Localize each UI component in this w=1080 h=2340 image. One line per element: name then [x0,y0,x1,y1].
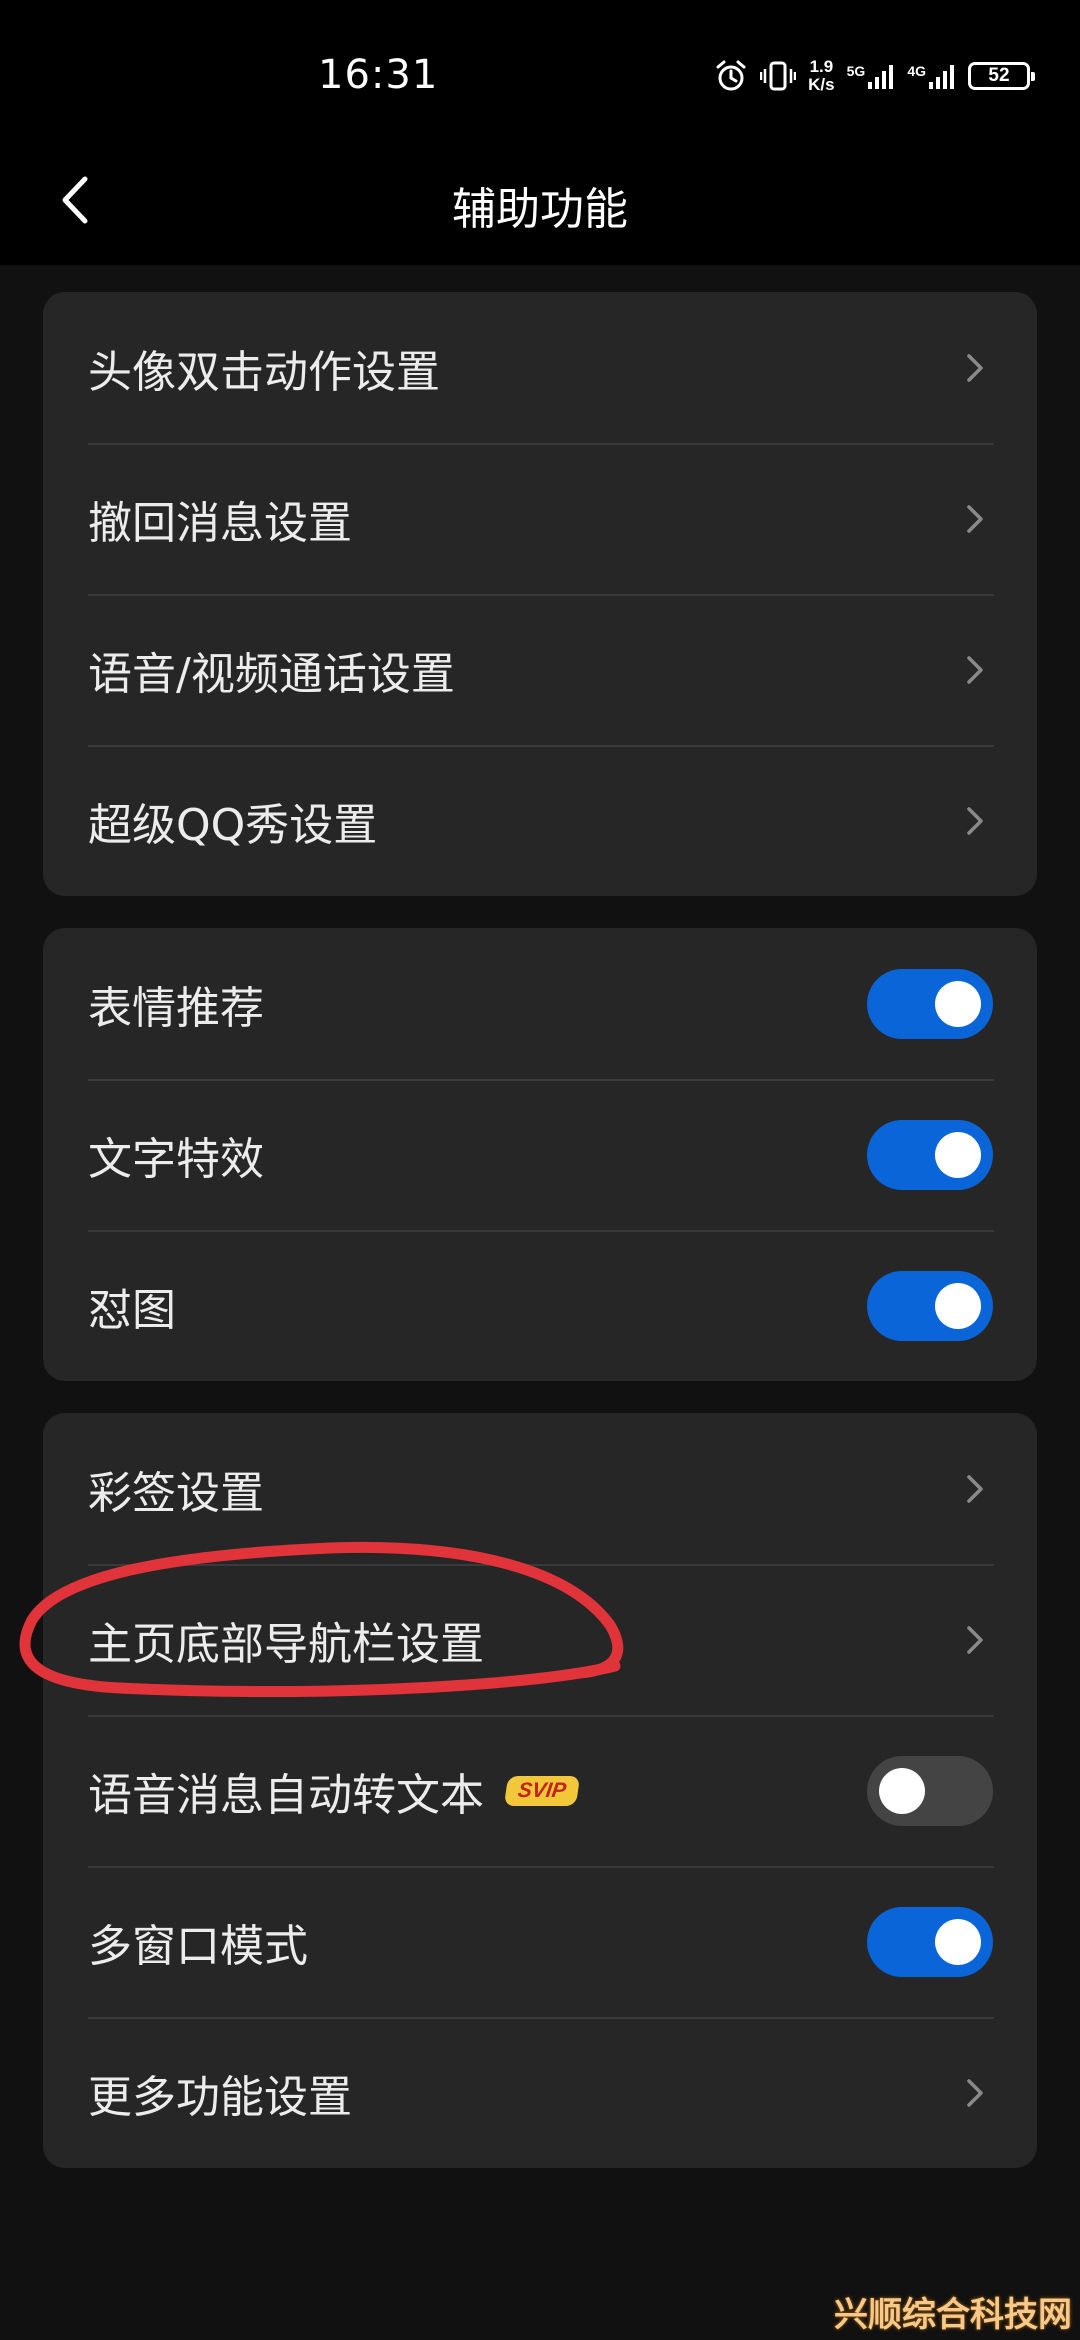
row-multi-window: 多窗口模式 [43,1866,1037,2017]
battery-icon: 52 [968,62,1035,90]
net-type-1: 5G [846,63,866,79]
row-bottom-nav-settings[interactable]: 主页底部导航栏设置 [43,1564,1037,1715]
settings-group-2: 表情推荐 文字特效 怼图 [43,928,1037,1381]
chevron-right-icon [967,2078,983,2107]
row-label: 撤回消息设置 [88,497,352,549]
chevron-right-icon [967,1625,983,1654]
text-effects-toggle[interactable] [867,1119,993,1190]
row-label: 语音/视频通话设置 [88,648,455,700]
status-bar: 16:31 1.9 K/s 5G 4G 52 [0,0,1080,155]
row-label: 主页底部导航栏设置 [88,1618,484,1670]
chevron-right-icon [967,806,983,835]
multi-window-toggle[interactable] [867,1906,993,1977]
net-speed-unit: K/s [808,75,835,94]
row-dui-tu: 怼图 [43,1230,1037,1381]
row-label: 文字特效 [88,1133,264,1185]
signal-icon [868,65,894,89]
toggle-knob [879,1767,925,1814]
voice-to-text-toggle[interactable] [867,1755,993,1826]
row-emoji-recommend: 表情推荐 [43,928,1037,1079]
net-speed-value: 1.9 [809,57,834,76]
row-label: 更多功能设置 [88,2071,352,2123]
dui-tu-toggle[interactable] [867,1270,993,1341]
row-label: 超级QQ秀设置 [88,799,378,851]
net-speed: 1.9 K/s [808,58,834,94]
signal-icon [929,65,954,89]
toggle-knob [935,1131,981,1178]
row-call-settings[interactable]: 语音/视频通话设置 [43,594,1037,745]
chevron-right-icon [967,504,983,533]
signal-4g: 4G [907,62,956,90]
row-recall-message[interactable]: 撤回消息设置 [43,443,1037,594]
row-color-tag[interactable]: 彩签设置 [43,1413,1037,1564]
chevron-right-icon [967,1474,983,1503]
net-type-2: 4G [907,63,926,79]
row-avatar-double-tap[interactable]: 头像双击动作设置 [43,292,1037,443]
header: 辅助功能 [0,155,1080,265]
status-icons: 1.9 K/s 5G 4G 52 [714,56,1035,96]
settings-group-3: 彩签设置 主页底部导航栏设置 语音消息自动转文本 SVIP 多窗口模式 更多功能… [43,1413,1037,2168]
row-label: 彩签设置 [88,1467,264,1519]
row-label: 怼图 [88,1284,176,1336]
watermark: 兴顺综合科技网 [834,2295,1072,2335]
row-label: 多窗口模式 [88,1920,308,1972]
vibrate-icon [760,61,797,91]
page-title: 辅助功能 [452,184,628,235]
row-text-effects: 文字特效 [43,1079,1037,1230]
settings-group-1: 头像双击动作设置 撤回消息设置 语音/视频通话设置 超级QQ秀设置 [43,292,1037,896]
row-label: 语音消息自动转文本 [88,1769,484,1821]
toggle-knob [935,1918,981,1965]
alarm-icon [716,60,746,91]
toggle-knob [935,1282,981,1329]
row-super-qq-show[interactable]: 超级QQ秀设置 [43,745,1037,896]
chevron-right-icon [967,353,983,382]
row-label: 表情推荐 [88,982,264,1034]
row-more-settings[interactable]: 更多功能设置 [43,2017,1037,2168]
toggle-knob [935,980,981,1027]
emoji-recommend-toggle[interactable] [867,968,993,1039]
row-label: 头像双击动作设置 [88,346,440,398]
svip-badge: SVIP [503,1775,580,1806]
chevron-right-icon [967,655,983,684]
row-voice-to-text: 语音消息自动转文本 SVIP [43,1715,1037,1866]
status-time: 16:31 [318,52,439,98]
signal-5g: 5G [847,62,896,90]
